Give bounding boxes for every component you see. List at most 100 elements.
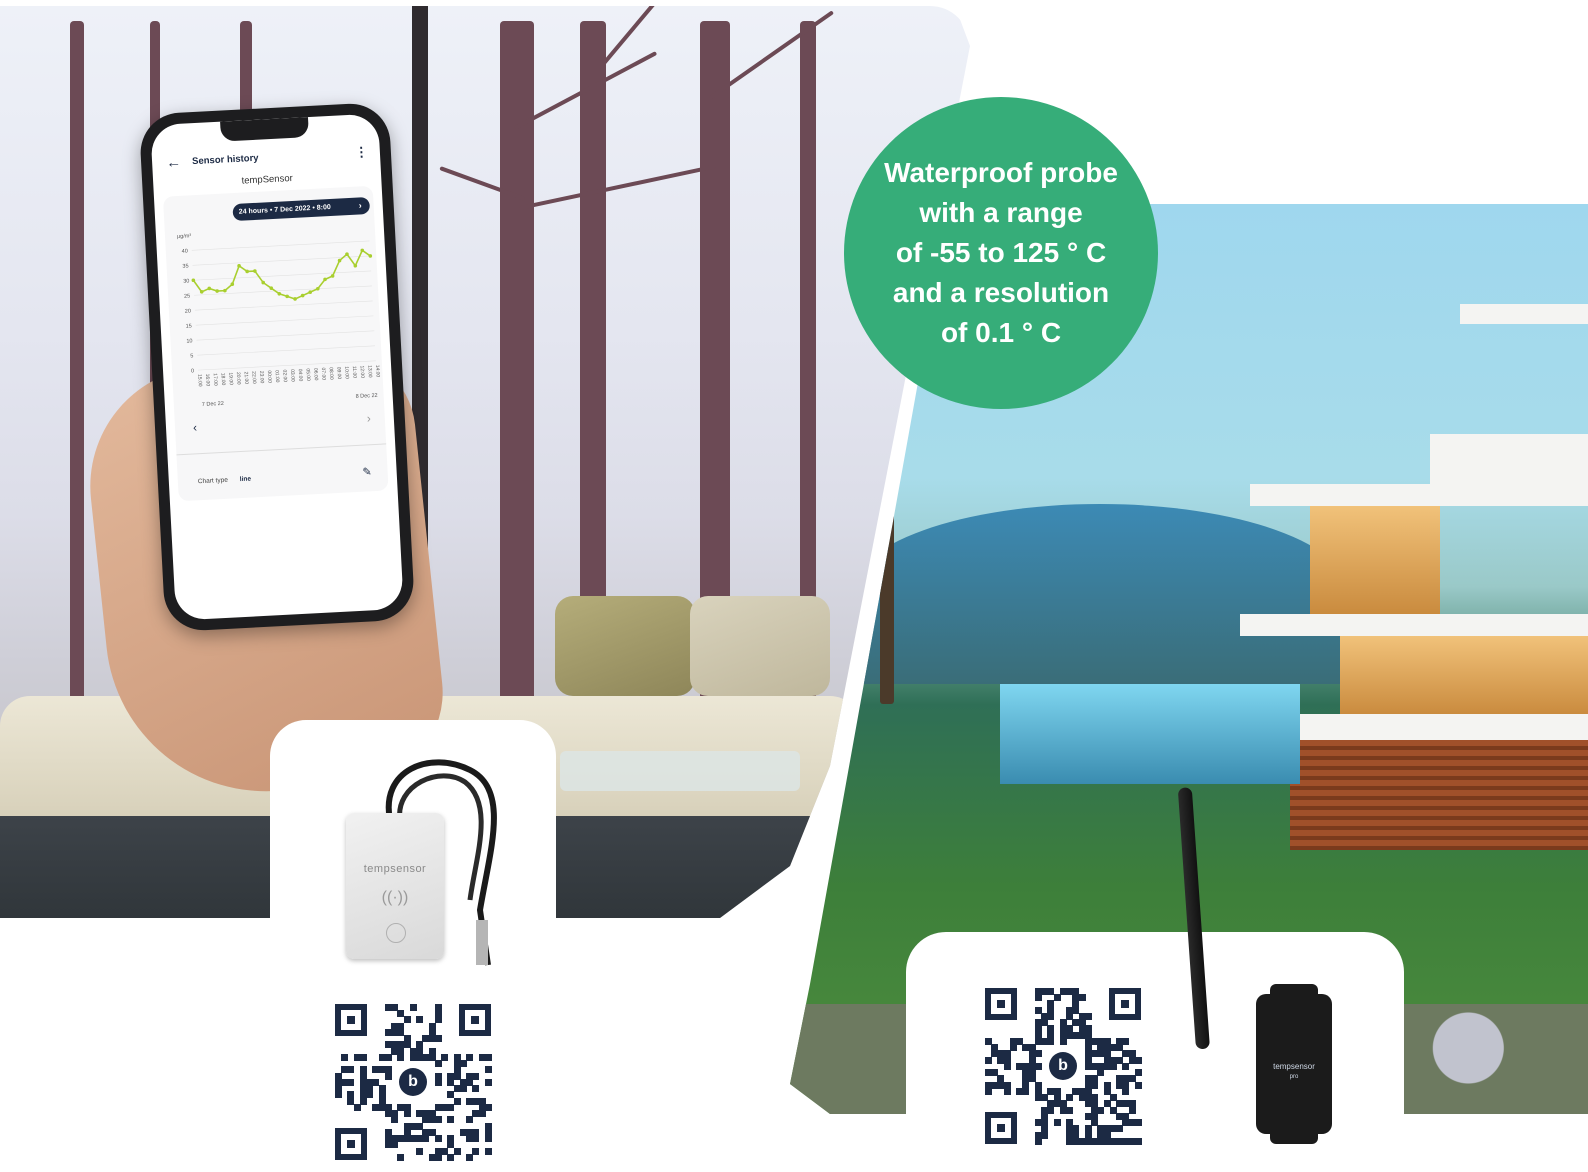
qr-module (472, 1147, 480, 1155)
chevron-left-icon[interactable]: ‹ (193, 420, 198, 434)
coffee-table (560, 751, 800, 791)
qr-module (453, 1097, 461, 1105)
time-range-button[interactable]: 24 hours • 7 Dec 2022 • 8:00 › (232, 196, 371, 222)
y-tick-label: 25 (184, 293, 190, 299)
data-point (215, 289, 219, 293)
qr-module (1091, 1081, 1099, 1089)
qr-module (472, 1135, 480, 1143)
qr-module (347, 1066, 355, 1074)
qr-module (1122, 1062, 1130, 1070)
qr-module (484, 1066, 492, 1074)
grid-line (197, 345, 376, 356)
x-tick-label: 12:00 (359, 365, 366, 378)
qr-module (359, 1097, 367, 1105)
qr-module (391, 1141, 399, 1149)
qr-module (441, 1053, 449, 1061)
sensor-line-chart: 0 5 10 15 20 25 30 35 40 15:00 16:00 17:00 18:00 19:0… (182, 240, 381, 387)
house-slab (1460, 304, 1588, 324)
qr-module (403, 1016, 411, 1024)
qr-code-left[interactable]: b (335, 1004, 492, 1161)
more-vertical-icon[interactable]: ⋮ (354, 144, 368, 161)
qr-module (478, 1110, 486, 1118)
x-tick-label: 01:00 (274, 370, 281, 383)
qr-module (466, 1116, 474, 1124)
phone-notch (220, 117, 310, 142)
x-tick-label: 20:00 (235, 372, 242, 385)
qr-module (1034, 994, 1042, 1002)
y-axis-unit: µg/m³ (176, 233, 192, 241)
arrow-left-icon[interactable]: ← (166, 154, 182, 172)
device-button (386, 923, 406, 943)
qr-module (1109, 1062, 1117, 1070)
qr-module (453, 1147, 461, 1155)
badge-line: with a range (919, 197, 1083, 228)
device-card-tempsensor-pro: tempsensor pro (906, 787, 1404, 1172)
chart-card: 24 hours • 7 Dec 2022 • 8:00 › µg/m³ 0 5 1… (162, 185, 389, 502)
qr-module (459, 1060, 467, 1068)
qr-module (335, 1091, 342, 1099)
x-tick-label: 05:00 (304, 368, 311, 381)
qr-module (1134, 1137, 1142, 1145)
sofa-pillow (690, 596, 830, 696)
qr-finder-pattern (985, 1112, 1017, 1144)
x-tick-label: 18:00 (219, 373, 226, 386)
qr-finder-pattern (335, 1004, 367, 1036)
x-tick-label: 17:00 (212, 373, 219, 386)
qr-module (359, 1053, 367, 1061)
x-tick-label: 06:00 (312, 368, 319, 381)
qr-module (1034, 1062, 1042, 1070)
tree-trunk (70, 21, 84, 701)
x-tick-label: 14:00 (374, 365, 381, 378)
tempsensor-device: tempsensor ((·)) (346, 813, 444, 959)
series-line (192, 249, 371, 300)
divider (176, 443, 387, 456)
qr-module (434, 1035, 442, 1043)
qr-module (1047, 1106, 1055, 1114)
qr-finder-pattern (335, 1128, 367, 1160)
qr-module (1041, 1131, 1049, 1139)
qr-module (1078, 994, 1086, 1002)
date-end: 8 Dec 22 (355, 392, 378, 400)
qr-finder-pattern (459, 1004, 491, 1036)
qr-code-right[interactable]: b (985, 988, 1142, 1145)
grid-line (191, 240, 370, 251)
y-tick-label: 20 (185, 308, 191, 314)
qr-module (416, 1147, 424, 1155)
qr-finder-pattern (1109, 988, 1141, 1020)
pencil-icon[interactable]: ✎ (362, 465, 372, 478)
x-tick-label: 08:00 (328, 367, 335, 380)
y-tick-label: 35 (182, 263, 188, 269)
qr-module (434, 1060, 442, 1068)
qr-module (434, 1078, 442, 1086)
qr-logo-mark: b (399, 1068, 427, 1096)
qr-module (416, 1016, 424, 1024)
x-tick-label: 11:00 (351, 366, 358, 379)
x-tick-label: 07:00 (320, 367, 327, 380)
house-window (1340, 636, 1588, 716)
qr-module (484, 1103, 492, 1111)
x-tick-label: 19:00 (227, 372, 234, 385)
qr-module (434, 1016, 442, 1024)
qr-module (447, 1153, 455, 1161)
chart-type-label: Chart type (197, 476, 229, 486)
qr-module (1066, 1106, 1074, 1114)
qr-module (1134, 1056, 1142, 1064)
qr-module (484, 1053, 492, 1061)
x-tick-label: 04:00 (297, 369, 304, 382)
qr-module (466, 1053, 474, 1061)
device-sub-brand: pro (1289, 1074, 1299, 1080)
house-slab (1430, 434, 1588, 484)
qr-module (1003, 1087, 1011, 1095)
qr-module (347, 1078, 355, 1086)
qr-module (397, 1053, 405, 1061)
feature-badge: Waterproof probe with a range of -55 to … (844, 97, 1158, 409)
smartphone: ← Sensor history ⋮ tempSensor 24 hours •… (138, 101, 416, 633)
qr-module (484, 1135, 492, 1143)
qr-module (366, 1091, 374, 1099)
qr-module (1122, 1037, 1130, 1045)
chevron-right-icon[interactable]: › (366, 411, 371, 425)
device-brand: tempsensor (363, 863, 427, 875)
qr-module (403, 1110, 411, 1118)
x-tick-label: 03:00 (289, 369, 296, 382)
qr-module (1022, 1087, 1030, 1095)
